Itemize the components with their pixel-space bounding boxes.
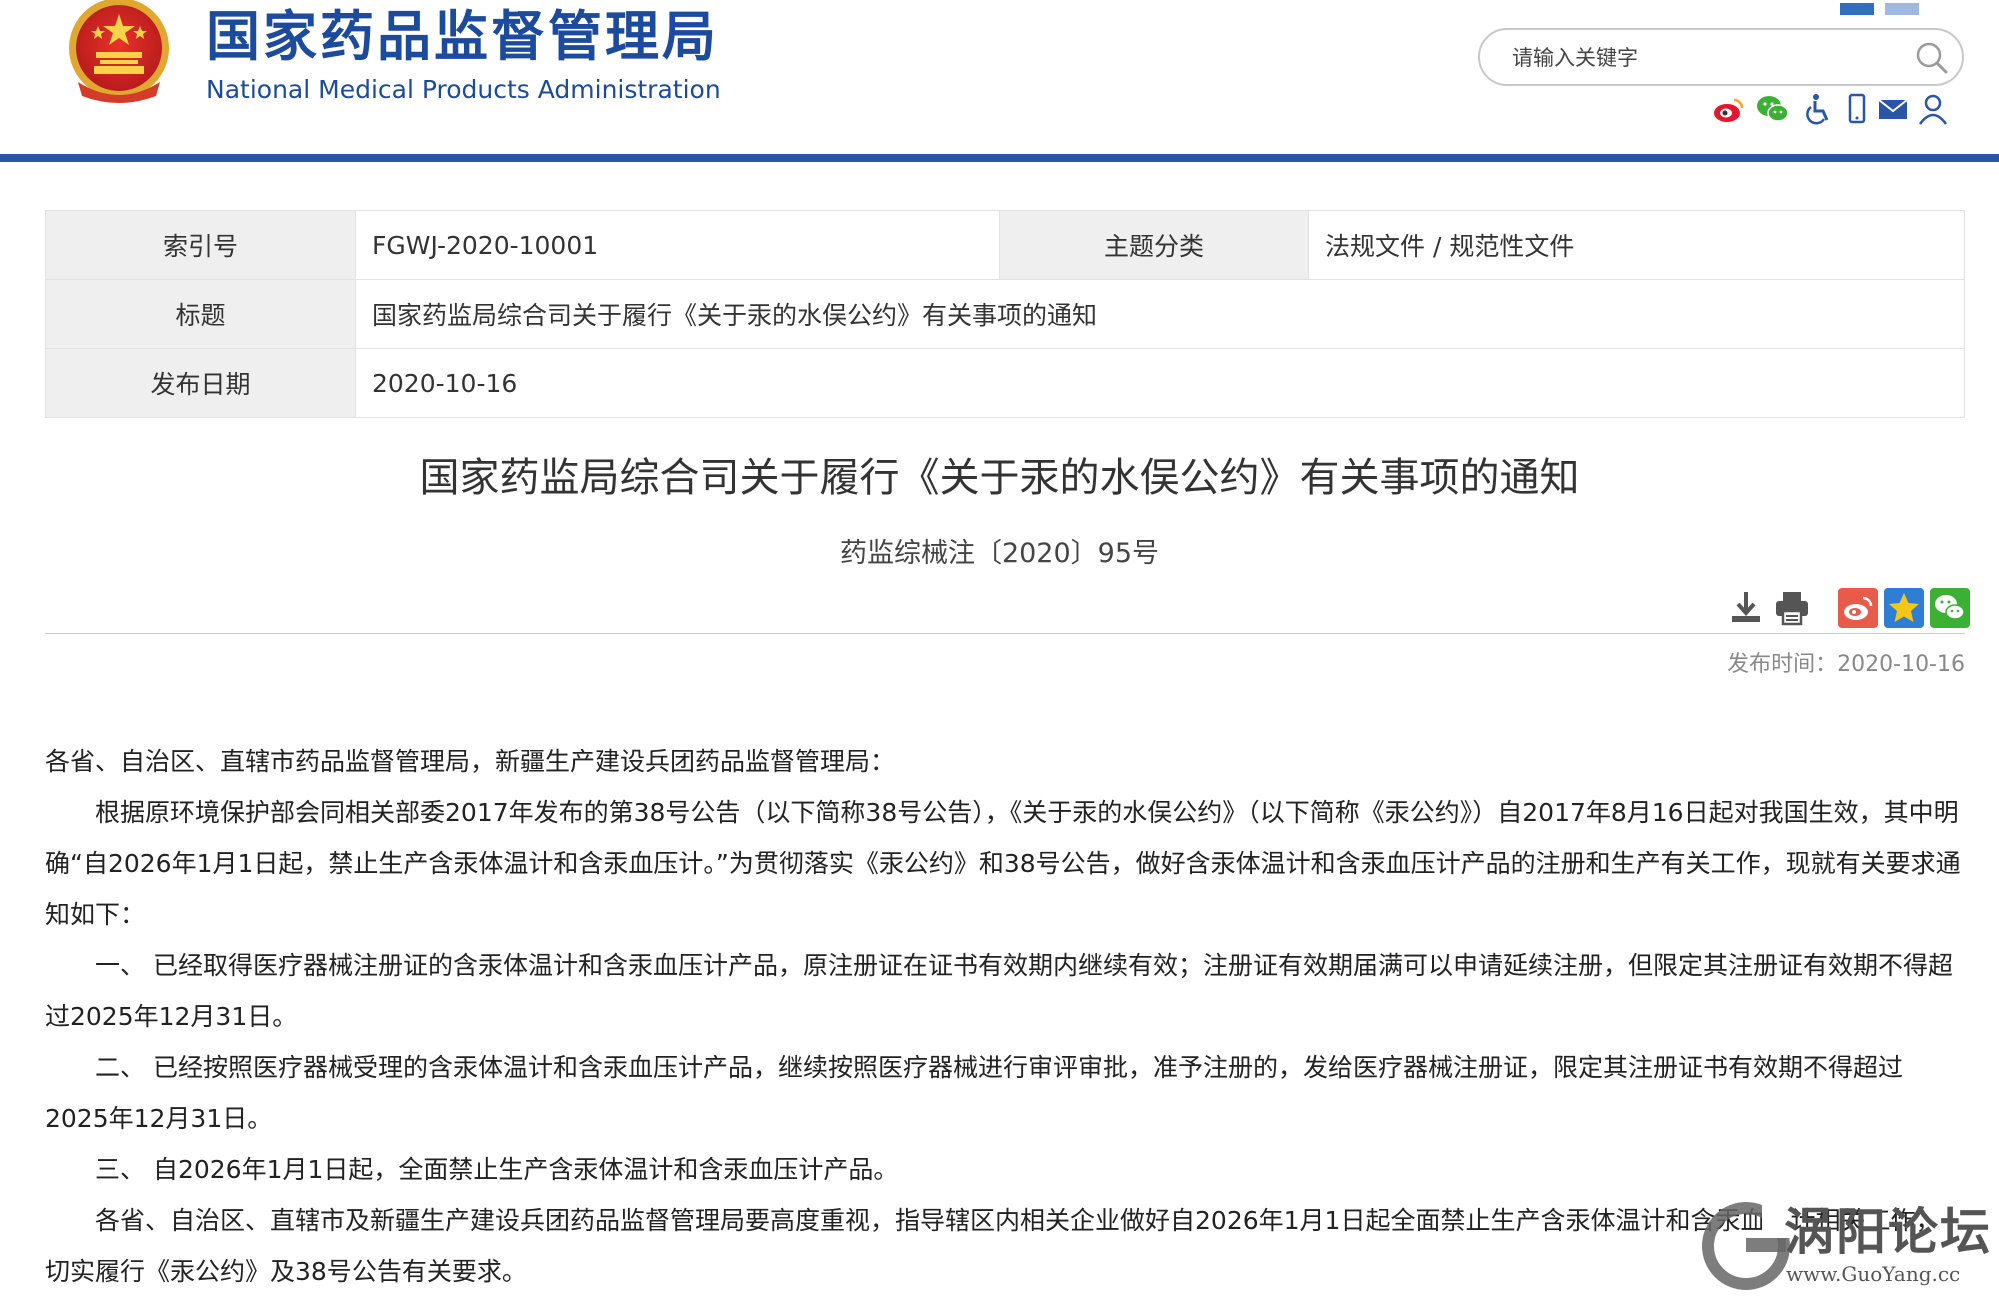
favorite-icon[interactable] [1884, 588, 1924, 628]
document-number: 药监综械注〔2020〕95号 [839, 538, 1160, 569]
search-box [1478, 28, 1964, 86]
paragraph-2: 一、 已经取得医疗器械注册证的含汞体温计和含汞血压计产品，原注册证在证书有效期内… [45, 951, 1953, 1031]
forum-name: 涡阳论坛 [1784, 1203, 1992, 1261]
site-name-cn[interactable]: 国家药品监督管理局 [206, 2, 719, 72]
paragraph-3: 二、 已经按照医疗器械受理的含汞体温计和含汞血压计产品，继续按照医疗器械进行审评… [45, 1053, 1903, 1133]
share-weibo-icon[interactable] [1838, 588, 1878, 628]
top-tabs [1834, 0, 1919, 19]
index-label: 索引号 [45, 210, 356, 280]
title-divider [45, 633, 1965, 634]
date-label: 发布日期 [45, 348, 356, 418]
category-label: 主题分类 [999, 210, 1309, 280]
download-icon[interactable] [1726, 588, 1766, 628]
search-input[interactable] [1510, 42, 1894, 74]
header-divider [0, 154, 1999, 162]
info-row-index: 索引号 FGWJ-2020-10001 主题分类 法规文件 / 规范性文件 [45, 210, 1965, 280]
paragraph-5: 各省、自治区、直辖市及新疆生产建设兵团药品监督管理局要高度重视，指导辖区内相关企… [45, 1206, 1941, 1286]
share-wechat-icon[interactable] [1930, 588, 1970, 628]
search-icon[interactable] [1912, 38, 1952, 78]
index-value: FGWJ-2020-10001 [355, 210, 1000, 280]
page: 国家药品监督管理局 National Medical Products Admi… [0, 0, 1999, 1299]
title-label: 标题 [45, 279, 356, 349]
info-row-title: 标题 国家药监局综合司关于履行《关于汞的水俣公约》有关事项的通知 [45, 279, 1965, 349]
paragraph-salutation: 各省、自治区、直辖市药品监督管理局，新疆生产建设兵团药品监督管理局： [45, 747, 896, 776]
mail-icon[interactable] [1876, 92, 1910, 126]
accessibility-icon[interactable] [1802, 92, 1836, 126]
category-value: 法规文件 / 规范性文件 [1308, 210, 1965, 280]
article-body: 各省、自治区、直辖市药品监督管理局，新疆生产建设兵团药品监督管理局： 根据原环境… [45, 736, 1965, 1297]
forum-url: www.GuoYang.cc [1786, 1262, 1961, 1286]
site-header: 国家药品监督管理局 National Medical Products Admi… [0, 0, 1999, 152]
date-value: 2020-10-16 [355, 348, 1965, 418]
print-icon[interactable] [1772, 588, 1812, 628]
user-icon[interactable] [1916, 92, 1950, 126]
forum-watermark: 涡阳论坛 www.GuoYang.cc [1700, 1200, 1990, 1292]
paragraph-1: 根据原环境保护部会同相关部委2017年发布的第38号公告（以下简称38号公告），… [45, 798, 1961, 929]
top-tab-1[interactable] [1839, 3, 1874, 15]
mobile-icon[interactable] [1840, 92, 1874, 126]
info-row-date: 发布日期 2020-10-16 [45, 348, 1965, 418]
top-tab-2[interactable] [1885, 3, 1919, 15]
forum-logo-icon [1702, 1200, 1790, 1290]
publish-time: 发布时间：2020-10-16 [1727, 652, 1965, 677]
national-emblem-icon[interactable] [64, 0, 174, 104]
wechat-icon[interactable] [1756, 92, 1790, 126]
title-value: 国家药监局综合司关于履行《关于汞的水俣公约》有关事项的通知 [355, 279, 1965, 349]
weibo-icon[interactable] [1712, 92, 1746, 126]
site-name-en[interactable]: National Medical Products Administration [206, 74, 721, 106]
article-title: 国家药监局综合司关于履行《关于汞的水俣公约》有关事项的通知 [419, 455, 1580, 501]
paragraph-4: 三、 自2026年1月1日起，全面禁止生产含汞体温计和含汞血压计产品。 [95, 1155, 899, 1184]
document-info-table: 索引号 FGWJ-2020-10001 主题分类 法规文件 / 规范性文件 标题… [45, 210, 1965, 418]
